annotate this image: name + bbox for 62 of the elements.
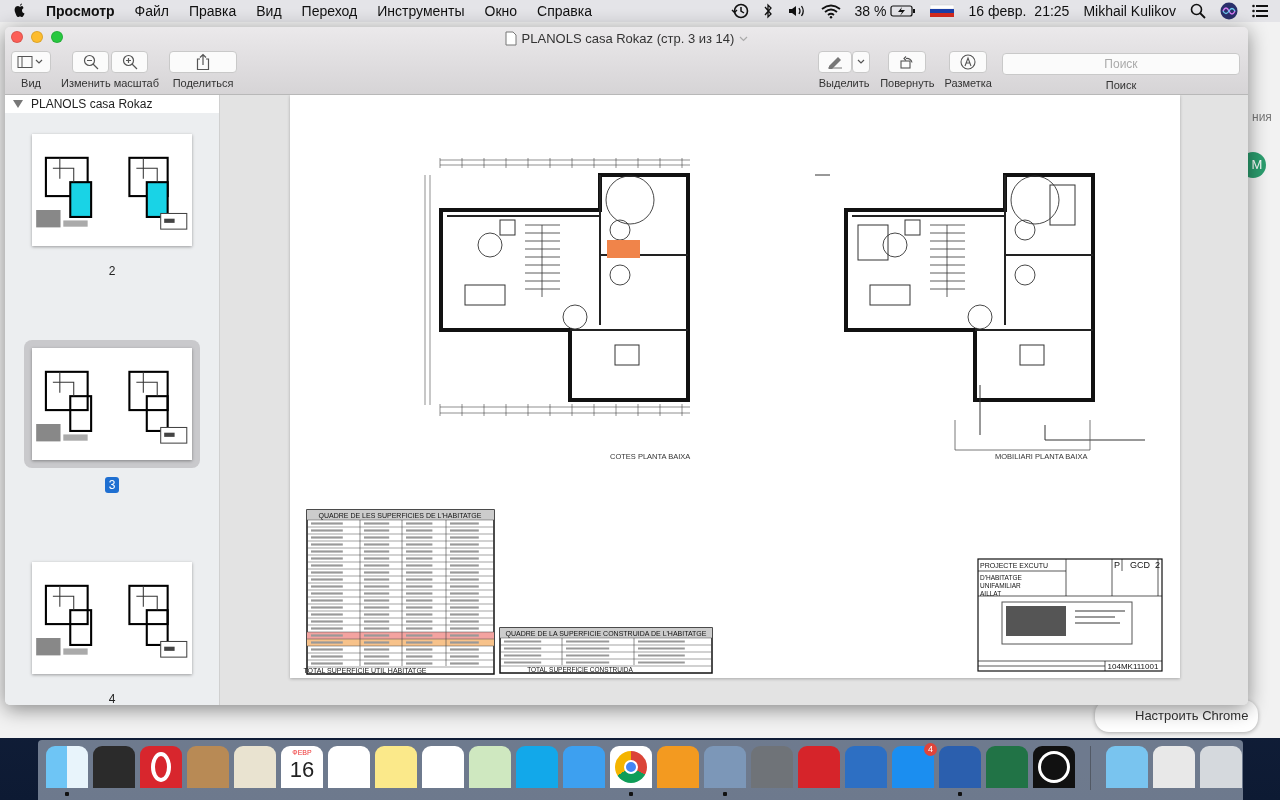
toolbar-label: Повернуть — [880, 76, 935, 91]
window-title: PLANOLS casa Rokaz (стр. 3 из 14) — [521, 30, 735, 48]
wifi-icon[interactable] — [820, 3, 841, 19]
toolbar-label: Вид — [21, 76, 41, 91]
siri-icon[interactable] — [1220, 2, 1238, 20]
browser-icon[interactable] — [610, 746, 652, 798]
apple-icon[interactable] — [12, 3, 26, 19]
document-icon — [504, 31, 517, 47]
zoom-button[interactable] — [51, 31, 63, 43]
view-menu-button[interactable] — [11, 51, 51, 73]
battery-charging-icon[interactable] — [890, 4, 917, 18]
sidebar-header[interactable]: PLANOLS casa Rokaz — [5, 95, 219, 113]
clock-time[interactable]: 21:25 — [1034, 0, 1070, 22]
toolbar-label: Поделиться — [172, 76, 234, 91]
markup-button[interactable] — [949, 51, 988, 73]
close-button[interactable] — [11, 31, 23, 43]
document-name: PLANOLS casa Rokaz — [31, 96, 153, 113]
toolbar-label: Изменить масштаб — [61, 76, 159, 91]
sheet-letter: P — [1114, 560, 1120, 570]
disclosure-triangle-icon[interactable] — [13, 100, 23, 108]
toolbar-label: Выделить — [818, 76, 870, 91]
menu-item[interactable]: Правка — [189, 0, 237, 22]
user-name[interactable]: Mikhail Kulikov — [1083, 0, 1176, 22]
page-number: 3 — [104, 477, 120, 493]
share-button[interactable] — [169, 51, 237, 73]
clock-history-icon[interactable] — [730, 2, 749, 20]
date-text[interactable]: 16 февр. — [968, 0, 1027, 22]
pen-tip-circle-icon — [960, 54, 977, 70]
toolbar-label: Поиск — [1105, 78, 1137, 93]
zoom-out-icon — [82, 54, 99, 70]
pen-icon — [826, 55, 845, 69]
menu-item[interactable]: Переход — [301, 0, 358, 22]
page-thumbnail[interactable] — [24, 340, 200, 468]
highlight-button[interactable] — [818, 51, 853, 73]
page-number: 4 — [107, 691, 117, 705]
search-field[interactable]: Поиск — [1002, 53, 1240, 75]
flag-icon[interactable] — [930, 4, 955, 18]
menu-item[interactable]: Файл — [134, 0, 169, 22]
menu-item[interactable]: Окно — [484, 0, 518, 22]
zoom-in-button[interactable] — [111, 51, 148, 73]
speaker-icon[interactable] — [786, 3, 807, 19]
menu-item[interactable]: Инструменты — [377, 0, 465, 22]
bluetooth-icon[interactable] — [762, 3, 773, 19]
sheet-number: 2 — [1155, 560, 1160, 570]
toolbar-label: Разметка — [944, 76, 992, 91]
zoom-out-button[interactable] — [72, 51, 109, 73]
page-number: 2 — [107, 263, 117, 279]
battery-percentage: 38 % — [854, 1, 887, 21]
share-icon — [196, 53, 210, 71]
chevron-down-icon — [857, 59, 866, 65]
menu-item[interactable]: Вид — [256, 0, 282, 22]
menu-item[interactable]: Справка — [537, 0, 592, 22]
app-menu[interactable]: Просмотр — [46, 0, 115, 22]
sidebar-text: ния — [1252, 109, 1272, 126]
sidebar-chevron-icon — [17, 55, 45, 69]
sheet-code: GCD — [1130, 560, 1150, 570]
calendar-day: 16 — [281, 757, 323, 783]
zoom-in-icon — [121, 54, 138, 70]
notification-badge: 4 — [924, 743, 937, 756]
search-icon[interactable] — [1190, 3, 1206, 19]
rotate-button[interactable] — [888, 51, 927, 73]
sheet-reference: 104MK111001 — [1107, 662, 1159, 671]
